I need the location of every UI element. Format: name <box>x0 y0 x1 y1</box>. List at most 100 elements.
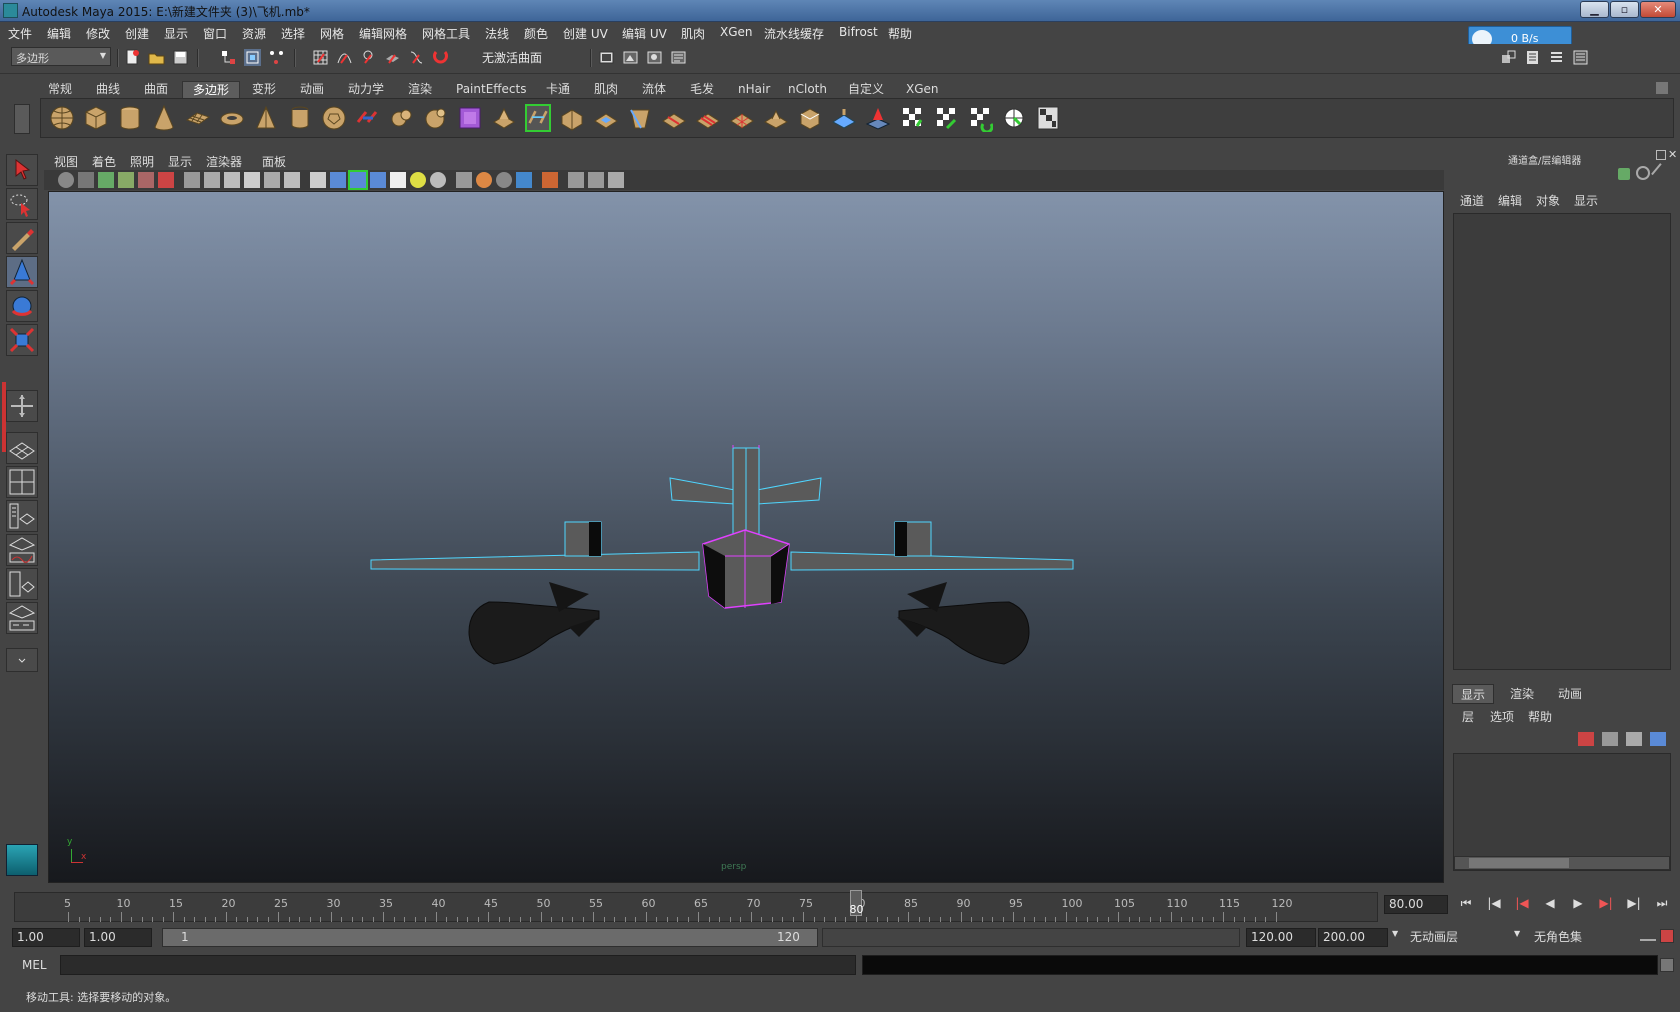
shadows-icon[interactable] <box>430 172 446 188</box>
anti-aliasing-icon[interactable] <box>496 172 512 188</box>
motion-blur-icon[interactable] <box>476 172 492 188</box>
snap-grid-icon[interactable] <box>312 49 329 66</box>
channel-menu-edit[interactable]: 编辑 <box>1498 192 1522 209</box>
depth-of-field-icon[interactable] <box>516 172 532 188</box>
menu-bifrost[interactable]: Bifrost <box>839 25 878 39</box>
tab-custom[interactable]: 自定义 <box>838 81 894 98</box>
menu-file[interactable]: 文件 <box>8 25 32 42</box>
viewport-menu-panels[interactable]: 面板 <box>262 153 286 170</box>
trash-icon[interactable] <box>1656 82 1668 94</box>
menu-assets[interactable]: 资源 <box>242 25 266 42</box>
attr-editor-toggle-icon[interactable] <box>1618 168 1630 180</box>
play-forward-icon[interactable]: ▶ <box>1570 896 1586 912</box>
uv-texture-editor-icon[interactable] <box>1035 104 1061 132</box>
character-set-dropdown[interactable]: 无角色集 <box>1534 928 1582 947</box>
animation-prefs-icon[interactable] <box>1660 929 1674 943</box>
poly-cylinder-icon[interactable] <box>117 104 143 132</box>
menu-muscle[interactable]: 肌肉 <box>681 25 705 42</box>
tab-rendering[interactable]: 渲染 <box>398 81 442 98</box>
menu-color[interactable]: 颜色 <box>524 25 548 42</box>
camera-select-icon[interactable] <box>58 172 74 188</box>
select-tool-icon[interactable] <box>6 154 38 186</box>
poly-soccer-ball-icon[interactable] <box>321 104 347 132</box>
close-panel-icon[interactable]: ✕ <box>1668 148 1677 161</box>
smooth-icon[interactable] <box>457 104 483 132</box>
insert-edge-loop-icon[interactable] <box>661 104 687 132</box>
auto-key-icon[interactable] <box>1640 931 1656 941</box>
tab-anim-layers[interactable]: 动画 <box>1550 684 1590 704</box>
step-forward-icon[interactable]: ▶| <box>1626 896 1642 912</box>
maximize-button[interactable]: ▫ <box>1610 1 1639 18</box>
menu-window[interactable]: 窗口 <box>203 25 227 42</box>
tab-fluids[interactable]: 流体 <box>632 81 676 98</box>
automatic-mapping-icon[interactable] <box>967 104 994 134</box>
smooth-shade-icon[interactable] <box>330 172 346 188</box>
tab-display-layers[interactable]: 显示 <box>1452 684 1495 704</box>
viewport-menu-lighting[interactable]: 照明 <box>130 153 154 170</box>
tab-xgen[interactable]: XGen <box>896 81 949 98</box>
camera-attributes-icon[interactable] <box>78 172 94 188</box>
tool-settings-icon[interactable] <box>1548 49 1565 66</box>
persp-graph-layout-icon[interactable] <box>6 534 38 566</box>
menu-edit-mesh[interactable]: 编辑网格 <box>359 25 407 42</box>
make-live-icon[interactable] <box>432 49 449 66</box>
hypershade-persp-layout-icon[interactable] <box>6 568 38 600</box>
tab-deformation[interactable]: 变形 <box>242 81 286 98</box>
select-hierarchy-icon[interactable] <box>220 49 237 66</box>
float-panel-icon[interactable] <box>1656 150 1666 160</box>
chevron-down-icon[interactable]: ▼ <box>1392 929 1398 938</box>
tab-ncloth[interactable]: nCloth <box>778 81 837 98</box>
tab-painteffects[interactable]: PaintEffects <box>446 81 536 98</box>
menu-pipeline-cache[interactable]: 流水线缓存 <box>764 25 824 42</box>
menu-normals[interactable]: 法线 <box>485 25 509 42</box>
modeling-toolkit-icon[interactable] <box>1500 49 1517 66</box>
tab-animation[interactable]: 动画 <box>290 81 334 98</box>
tab-dynamics[interactable]: 动力学 <box>338 81 394 98</box>
channel-box-icon[interactable] <box>1572 49 1589 66</box>
grease-pencil-icon[interactable] <box>158 172 174 188</box>
use-all-lights-icon[interactable] <box>410 172 426 188</box>
menu-create[interactable]: 创建 <box>125 25 149 42</box>
menu-modify[interactable]: 修改 <box>86 25 110 42</box>
script-editor-icon[interactable] <box>1660 958 1674 972</box>
menu-select[interactable]: 选择 <box>281 25 305 42</box>
layer-list[interactable] <box>1453 753 1671 871</box>
channel-menu-object[interactable]: 对象 <box>1536 192 1560 209</box>
channel-box-area[interactable] <box>1453 213 1671 670</box>
persp-hypergraph-layout-icon[interactable] <box>6 602 38 634</box>
safe-action-icon[interactable] <box>284 172 300 188</box>
new-layer-selected-icon[interactable] <box>1578 732 1594 746</box>
gate-mask-icon[interactable] <box>244 172 260 188</box>
xray-joints-icon[interactable] <box>568 172 584 188</box>
current-time-field[interactable]: 80.00 <box>1384 895 1448 914</box>
outliner-persp-layout-icon[interactable] <box>6 500 38 532</box>
shelf-options-icon[interactable] <box>14 104 30 134</box>
textured-icon[interactable] <box>390 172 406 188</box>
isolate-select-icon[interactable] <box>542 172 558 188</box>
step-back-key-icon[interactable]: |◀ <box>1514 896 1530 912</box>
poly-cube-icon[interactable] <box>83 104 109 132</box>
four-view-layout-icon[interactable] <box>6 466 38 498</box>
poly-pipe-icon[interactable] <box>287 104 313 132</box>
tab-nhair[interactable]: nHair <box>728 81 780 98</box>
tab-polygons[interactable]: 多边形 <box>182 81 241 98</box>
viewport-menu-renderer[interactable]: 渲染器 <box>206 153 242 170</box>
range-slider-bar[interactable]: 1 120 <box>162 928 818 947</box>
field-chart-icon[interactable] <box>264 172 280 188</box>
scrollbar-thumb[interactable] <box>1469 858 1569 868</box>
viewport-menu-shading[interactable]: 着色 <box>92 153 116 170</box>
perspective-viewport[interactable]: y x persp <box>48 191 1444 883</box>
menu-edit-uv[interactable]: 编辑 UV <box>622 25 667 42</box>
append-polygon-icon[interactable] <box>559 104 585 132</box>
goto-start-icon[interactable]: ⏮ <box>1458 896 1474 912</box>
channel-menu-channels[interactable]: 通道 <box>1460 192 1484 209</box>
bridge-icon[interactable] <box>525 104 551 132</box>
poly-plane-icon[interactable] <box>185 104 211 132</box>
snap-point-icon[interactable] <box>360 49 377 66</box>
tab-general[interactable]: 常规 <box>38 81 82 98</box>
menu-mesh-tools[interactable]: 网格工具 <box>422 25 470 42</box>
planar-mapping-icon[interactable] <box>865 104 891 132</box>
snap-curve-icon[interactable] <box>336 49 353 66</box>
select-component-icon[interactable] <box>268 49 285 66</box>
tab-render-layers[interactable]: 渲染 <box>1502 684 1542 704</box>
